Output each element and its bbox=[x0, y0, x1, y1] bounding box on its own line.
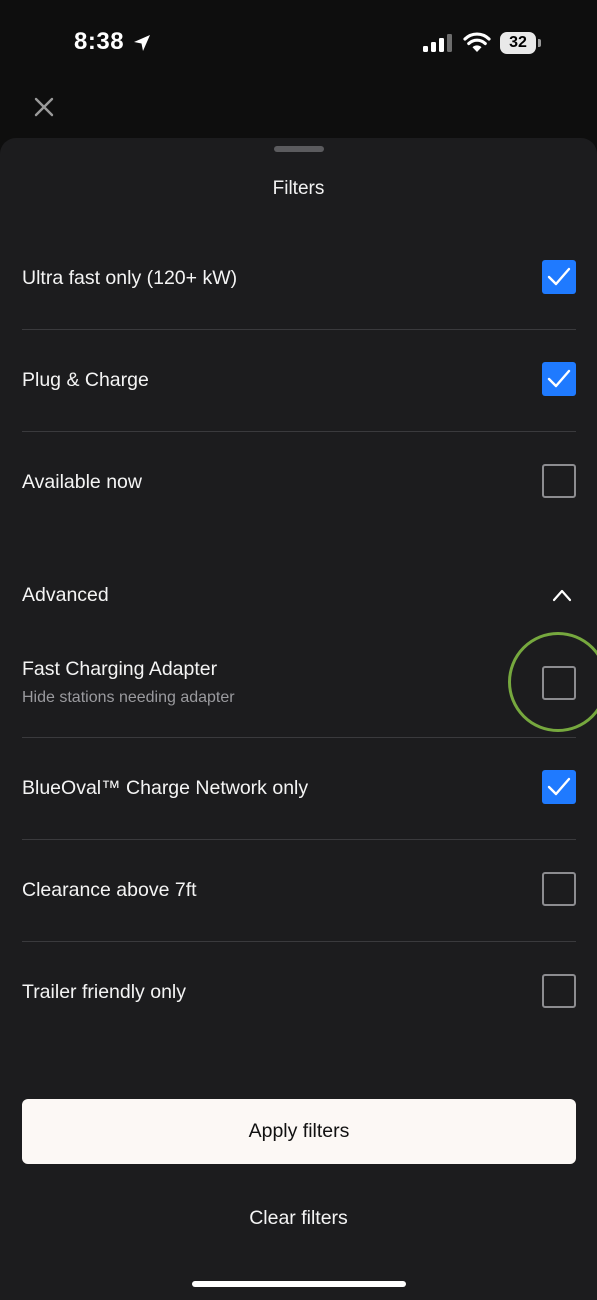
filter-row-trailer-friendly[interactable]: Trailer friendly only bbox=[22, 957, 576, 1027]
highlight-annotation-ring bbox=[508, 632, 597, 732]
trailer-friendly-checkbox[interactable] bbox=[542, 974, 576, 1008]
home-indicator[interactable] bbox=[192, 1281, 406, 1287]
cellular-signal-icon bbox=[423, 34, 452, 52]
chevron-up-icon bbox=[552, 589, 572, 602]
filter-label: Clearance above 7ft bbox=[22, 879, 197, 901]
ultra-fast-checkbox[interactable] bbox=[542, 260, 576, 294]
checkmark-icon bbox=[547, 267, 571, 286]
sheet-title: Filters bbox=[272, 178, 325, 199]
battery-indicator: 32 bbox=[500, 32, 536, 54]
status-time: 8:38 bbox=[74, 28, 125, 55]
checkmark-icon bbox=[547, 369, 571, 388]
filter-row-fast-charging-adapter[interactable]: Fast Charging Adapter Hide stations need… bbox=[22, 643, 576, 723]
divider bbox=[22, 431, 576, 432]
battery-cap bbox=[538, 39, 541, 47]
battery-level: 32 bbox=[509, 34, 527, 51]
advanced-label: Advanced bbox=[22, 584, 109, 606]
filter-label: Fast Charging Adapter bbox=[22, 658, 218, 680]
filter-label: Plug & Charge bbox=[22, 369, 149, 391]
plug-charge-checkbox[interactable] bbox=[542, 362, 576, 396]
divider bbox=[22, 839, 576, 840]
divider bbox=[22, 941, 576, 942]
filter-row-clearance[interactable]: Clearance above 7ft bbox=[22, 855, 576, 925]
advanced-section-toggle[interactable]: Advanced bbox=[22, 570, 576, 620]
filter-label: Ultra fast only (120+ kW) bbox=[22, 267, 238, 289]
clear-filters-button[interactable]: Clear filters bbox=[0, 1207, 597, 1230]
apply-filters-button[interactable]: Apply filters bbox=[22, 1099, 576, 1164]
checkmark-icon bbox=[547, 777, 571, 796]
filter-row-ultra-fast[interactable]: Ultra fast only (120+ kW) bbox=[22, 243, 576, 313]
divider bbox=[22, 737, 576, 738]
filter-sublabel: Hide stations needing adapter bbox=[22, 689, 235, 706]
filter-row-plug-charge[interactable]: Plug & Charge bbox=[22, 345, 576, 415]
filter-row-available-now[interactable]: Available now bbox=[22, 447, 576, 517]
wifi-icon bbox=[463, 32, 491, 52]
sheet-grabber[interactable] bbox=[274, 146, 324, 152]
blueoval-network-checkbox[interactable] bbox=[542, 770, 576, 804]
filter-label: Trailer friendly only bbox=[22, 981, 186, 1003]
clearance-checkbox[interactable] bbox=[542, 872, 576, 906]
filter-label: Available now bbox=[22, 471, 142, 493]
divider bbox=[22, 329, 576, 330]
status-bar: 8:38 32 bbox=[0, 0, 597, 90]
available-now-checkbox[interactable] bbox=[542, 464, 576, 498]
close-icon[interactable] bbox=[28, 91, 60, 123]
filter-label: BlueOval™ Charge Network only bbox=[22, 777, 309, 799]
location-arrow-icon bbox=[134, 35, 150, 51]
filter-row-blueoval-network[interactable]: BlueOval™ Charge Network only bbox=[22, 753, 576, 823]
